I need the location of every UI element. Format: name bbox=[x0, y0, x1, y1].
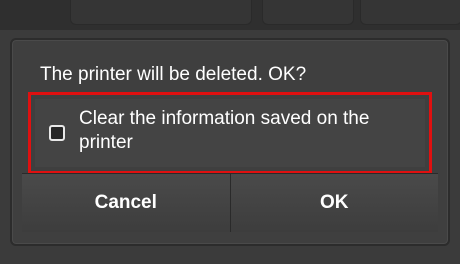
clear-info-checkbox[interactable] bbox=[49, 125, 65, 141]
highlighted-option: Clear the information saved on the print… bbox=[28, 92, 432, 174]
background-tab bbox=[70, 0, 252, 25]
background-toolbar bbox=[0, 0, 460, 30]
clear-info-label[interactable]: Clear the information saved on the print… bbox=[79, 107, 419, 155]
cancel-button[interactable]: Cancel bbox=[22, 174, 231, 232]
dialog-message: The printer will be deleted. OK? bbox=[40, 64, 307, 85]
background-tab bbox=[360, 0, 460, 25]
delete-printer-dialog: The printer will be deleted. OK? Clear t… bbox=[10, 38, 450, 246]
screen: The printer will be deleted. OK? Clear t… bbox=[0, 0, 460, 264]
dialog-button-row: Cancel OK bbox=[22, 173, 438, 232]
ok-button[interactable]: OK bbox=[230, 174, 438, 232]
clear-info-option[interactable]: Clear the information saved on the print… bbox=[35, 99, 425, 167]
background-tab bbox=[262, 0, 354, 25]
